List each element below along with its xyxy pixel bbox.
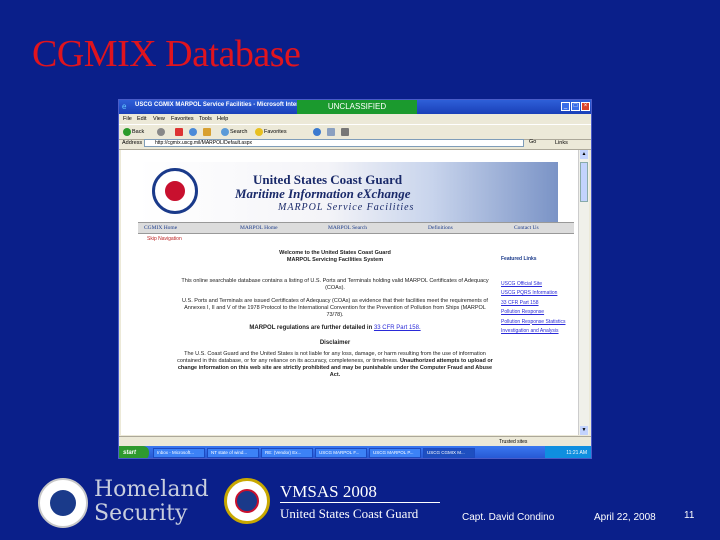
uscg-seal-icon bbox=[152, 168, 198, 214]
system-clock: 11:21 AM bbox=[545, 446, 591, 458]
classification-banner: UNCLASSIFIED bbox=[297, 100, 417, 114]
featured-link[interactable]: 33 CFR Part 158 bbox=[501, 300, 575, 307]
welcome-content: Welcome to the United States Coast Guard… bbox=[177, 250, 493, 379]
security-zone: Trusted sites bbox=[499, 439, 528, 445]
home-button[interactable] bbox=[203, 127, 211, 137]
web-page: United States Coast Guard Maritime Infor… bbox=[121, 150, 579, 435]
menu-edit[interactable]: Edit bbox=[137, 116, 146, 122]
vertical-scrollbar[interactable]: ▲ ▼ bbox=[578, 150, 589, 435]
conference-name: VMSAS 2008 bbox=[280, 482, 377, 501]
mail-icon bbox=[327, 128, 335, 136]
menu-view[interactable]: View bbox=[153, 116, 165, 122]
refresh-icon bbox=[189, 128, 197, 136]
skip-navigation-link[interactable]: Skip Navigation bbox=[147, 236, 182, 242]
search-button[interactable]: Search bbox=[221, 127, 247, 137]
banner-line2: Maritime Information eXchange bbox=[235, 186, 411, 201]
banner-line3: MARPOL Service Facilities bbox=[278, 202, 415, 213]
cgmix-banner: United States Coast Guard Maritime Infor… bbox=[138, 162, 558, 222]
site-nav: CGMIX Home MARPOL Home MARPOL Search Def… bbox=[138, 222, 574, 234]
start-button[interactable]: start bbox=[119, 446, 149, 458]
welcome-heading-2: MARPOL Servicing Facilities System bbox=[286, 257, 384, 263]
footer-org: United States Coast Guard bbox=[280, 506, 419, 521]
scroll-down-icon[interactable]: ▼ bbox=[580, 426, 588, 435]
close-icon[interactable]: × bbox=[581, 102, 590, 111]
browser-window: e USCG CGMIX MARPOL Service Facilities -… bbox=[118, 99, 592, 459]
print-button[interactable] bbox=[341, 127, 349, 137]
taskbar-item[interactable]: RE: (Vendor) Ex... bbox=[261, 448, 313, 458]
home-icon bbox=[203, 128, 211, 136]
history-button[interactable] bbox=[313, 127, 321, 137]
slide-title: CGMIX Database bbox=[32, 33, 301, 75]
disclaimer-title: Disclaimer bbox=[319, 340, 351, 346]
nav-marpol-home[interactable]: MARPOL Home bbox=[240, 225, 278, 231]
refresh-button[interactable] bbox=[189, 127, 197, 137]
menu-bar: File Edit View Favorites Tools Help bbox=[119, 114, 591, 124]
forward-arrow-icon bbox=[157, 128, 165, 136]
menu-help[interactable]: Help bbox=[217, 116, 228, 122]
taskbar-item[interactable]: USCG MARPOL F... bbox=[315, 448, 367, 458]
presentation-date: April 22, 2008 bbox=[594, 512, 656, 523]
homeland-security-logo: Homeland Security bbox=[94, 477, 209, 526]
menu-file[interactable]: File bbox=[123, 116, 132, 122]
scroll-thumb[interactable] bbox=[580, 162, 588, 202]
forward-button[interactable] bbox=[157, 127, 165, 137]
slide-number: 11 bbox=[684, 510, 695, 521]
mail-button[interactable] bbox=[327, 127, 335, 137]
nav-contact-us[interactable]: Contact Us bbox=[514, 225, 539, 231]
featured-link[interactable]: Pollution Response Statistics bbox=[501, 319, 575, 326]
stop-button[interactable] bbox=[175, 127, 183, 137]
back-arrow-icon bbox=[123, 128, 131, 136]
history-icon bbox=[313, 128, 321, 136]
coa-text: U.S. Ports and Terminals are issued Cert… bbox=[182, 298, 488, 318]
favorites-button[interactable]: Favorites bbox=[255, 127, 287, 137]
address-label: Address bbox=[122, 140, 143, 146]
address-input[interactable]: http://cgmix.uscg.mil/MARPOL/Default.asp… bbox=[144, 139, 524, 147]
featured-link[interactable]: Pollution Response bbox=[501, 309, 575, 316]
star-icon bbox=[255, 128, 263, 136]
cfr-link[interactable]: 33 CFR Part 158. bbox=[374, 325, 421, 331]
ie-icon: e bbox=[122, 102, 127, 111]
scroll-up-icon[interactable]: ▲ bbox=[580, 150, 588, 159]
featured-link[interactable]: USCG PQRS Information bbox=[501, 290, 575, 297]
windows-taskbar: start Inbox - Microsoft... NT state of w… bbox=[119, 446, 591, 458]
maximize-icon[interactable]: □ bbox=[571, 102, 580, 111]
printer-icon bbox=[341, 128, 349, 136]
minimize-icon[interactable]: _ bbox=[561, 102, 570, 111]
featured-link[interactable]: USCG Official Site bbox=[501, 281, 575, 288]
taskbar-item-active[interactable]: USCG CGMIX M... bbox=[423, 448, 475, 458]
presenter-name: Capt. David Condino bbox=[462, 512, 555, 523]
uscg-seal-icon bbox=[224, 478, 270, 524]
footer-divider bbox=[280, 502, 440, 503]
welcome-heading-1: Welcome to the United States Coast Guard bbox=[279, 250, 391, 256]
taskbar-item[interactable]: NT state of wind... bbox=[207, 448, 259, 458]
taskbar-item[interactable]: USCG MARPOL P... bbox=[369, 448, 421, 458]
taskbar-item[interactable]: Inbox - Microsoft... bbox=[153, 448, 205, 458]
go-button[interactable]: Go bbox=[529, 139, 536, 145]
stop-icon bbox=[175, 128, 183, 136]
search-icon bbox=[221, 128, 229, 136]
featured-link[interactable]: Investigation and Analysis bbox=[501, 328, 575, 335]
regs-line: MARPOL regulations are further detailed … bbox=[249, 325, 421, 331]
back-button[interactable]: Back bbox=[123, 127, 144, 137]
menu-tools[interactable]: Tools bbox=[199, 116, 212, 122]
featured-links-heading: Featured Links bbox=[501, 256, 537, 262]
browser-titlebar[interactable]: e USCG CGMIX MARPOL Service Facilities -… bbox=[119, 100, 591, 114]
featured-links: Featured Links USCG Official Site USCG P… bbox=[501, 256, 575, 338]
intro-text: This online searchable database contains… bbox=[181, 278, 489, 291]
links-button[interactable]: Links bbox=[555, 140, 568, 146]
address-bar: Address http://cgmix.uscg.mil/MARPOL/Def… bbox=[119, 138, 591, 150]
menu-favorites[interactable]: Favorites bbox=[171, 116, 194, 122]
nav-marpol-search[interactable]: MARPOL Search bbox=[328, 225, 367, 231]
nav-cgmix-home[interactable]: CGMIX Home bbox=[144, 225, 177, 231]
dhs-seal-icon bbox=[38, 478, 88, 528]
nav-definitions[interactable]: Definitions bbox=[428, 225, 453, 231]
